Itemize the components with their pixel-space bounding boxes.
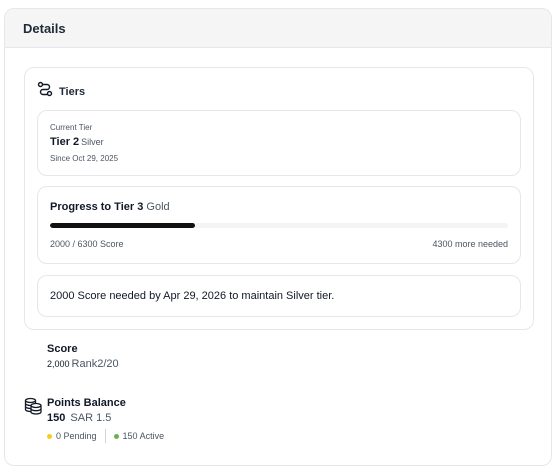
panel-title: Details [5, 9, 551, 48]
progress-title: Progress to Tier 3 Gold [50, 201, 170, 213]
progress-remaining-text: 4300 more needed [432, 239, 508, 249]
maintain-tier-note-card: 2000 Score needed by Apr 29, 2026 to mai… [37, 275, 521, 317]
score-value-row: 2,000 Rank2/20 [47, 358, 119, 370]
maintain-tier-note: 2000 Score needed by Apr 29, 2026 to mai… [50, 290, 335, 302]
progress-target-name: Gold [146, 201, 170, 213]
current-tier-caption: Current Tier [50, 123, 93, 132]
current-tier-subname: Silver [81, 137, 104, 147]
pending-status-dot [47, 433, 52, 439]
active-status: 150 Active [122, 431, 165, 441]
progress-title-text: Progress to Tier 3 [50, 201, 144, 213]
progress-bar-fill [50, 223, 196, 228]
current-tier-card: Current Tier Tier 2 Silver Since Oct 29, … [37, 110, 521, 176]
score-section: Score 2,000 Rank2/20 [47, 343, 119, 370]
route-icon [37, 81, 53, 102]
progress-card: Progress to Tier 3 Gold 2000 / 6300 Scor… [37, 186, 521, 264]
progress-bar-track [50, 223, 508, 228]
score-label: Score [47, 343, 78, 355]
points-status-row: 0 Pending 150 Active [47, 429, 164, 443]
score-value: 2,000 [47, 359, 70, 369]
points-balance-label: Points Balance [47, 397, 126, 409]
points-balance-sar: SAR 1.5 [70, 412, 112, 424]
current-tier-value: Tier 2 [50, 136, 80, 148]
pending-status: 0 Pending [56, 431, 97, 441]
tiers-card: Tiers Current Tier Tier 2 Silver Since Oc… [24, 67, 534, 330]
progress-score-text: 2000 / 6300 Score [50, 239, 124, 249]
points-balance-value-row: 150 SAR 1.5 [47, 412, 164, 424]
current-tier-name: Tier 2 Silver [50, 136, 104, 148]
tiers-label: Tiers [59, 85, 86, 98]
current-tier-since: Since Oct 29, 2025 [50, 154, 119, 163]
points-balance-section: Points Balance 150 SAR 1.5 0 Pending 150… [47, 397, 164, 443]
active-status-dot [113, 433, 119, 439]
details-panel: Details Tiers Current Tier Tier 2 Silver … [4, 8, 552, 466]
score-rank: Rank2/20 [71, 358, 119, 370]
status-divider [104, 429, 106, 443]
coins-stack-icon [24, 397, 42, 420]
points-balance-value: 150 [47, 412, 66, 424]
tiers-header: Tiers [37, 81, 85, 102]
